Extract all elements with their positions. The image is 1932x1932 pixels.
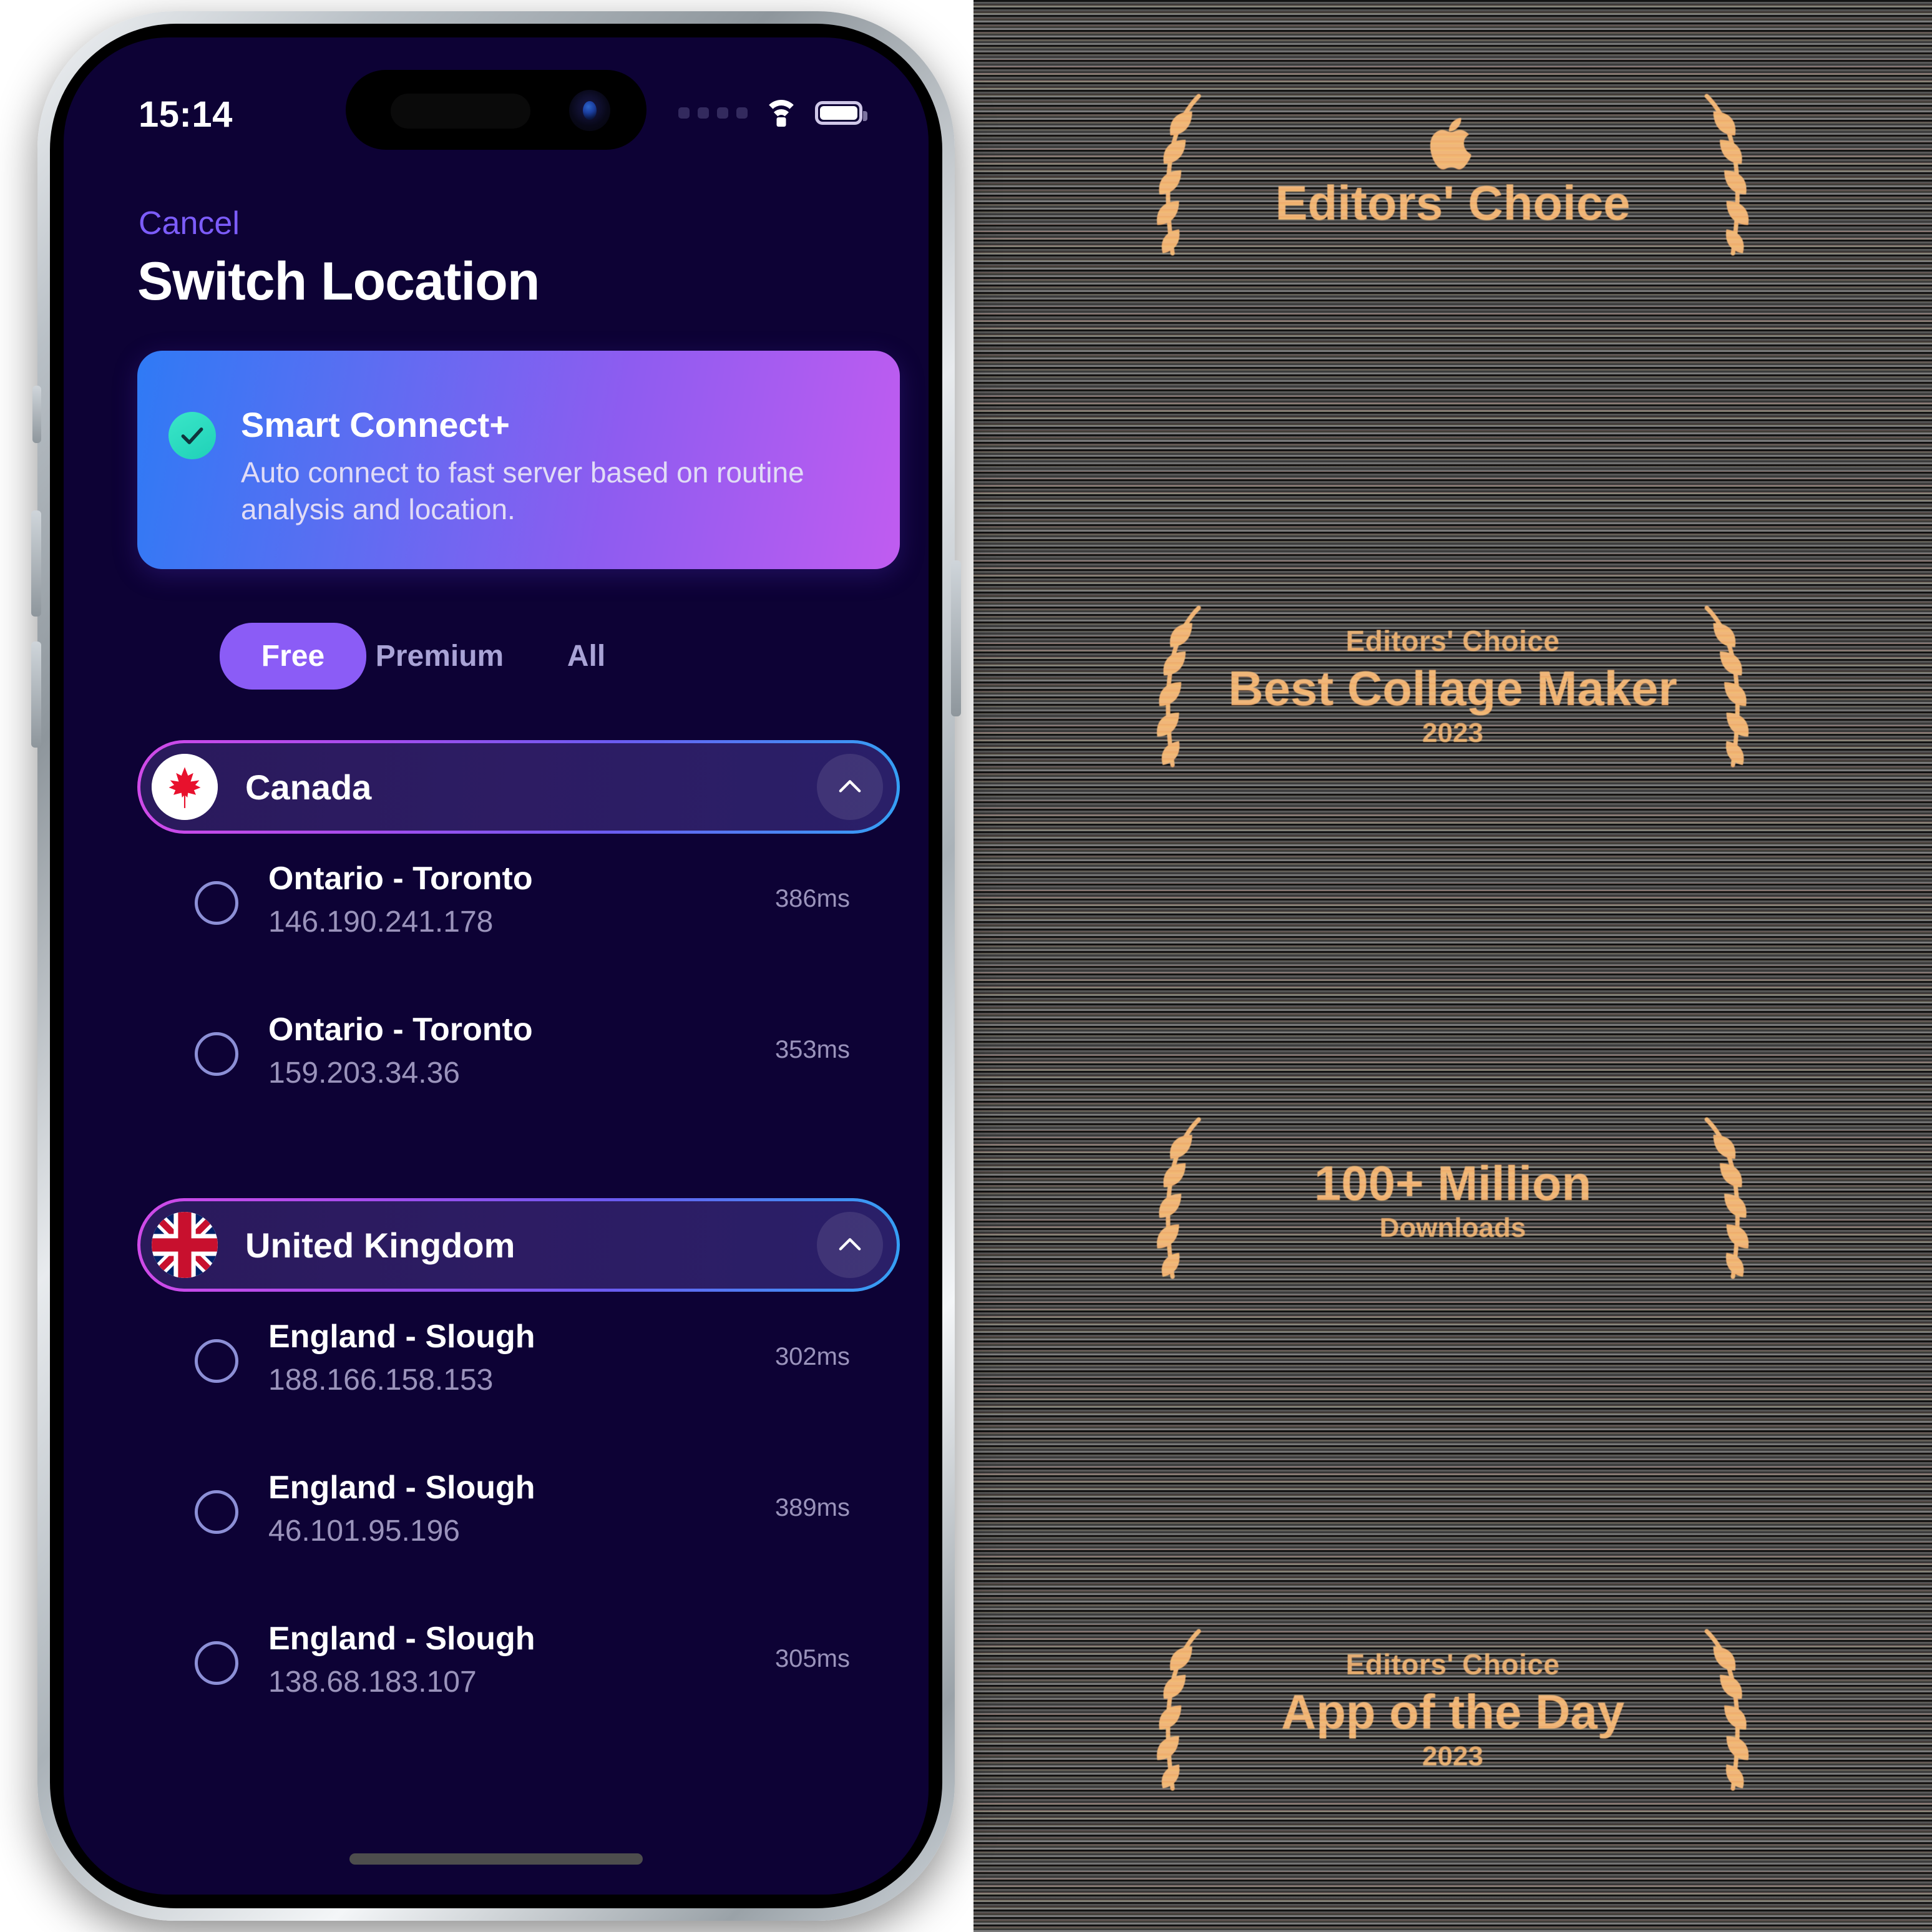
tab-all[interactable]: All	[513, 623, 660, 690]
award-main-text: 100+ Million	[1314, 1155, 1592, 1211]
smart-connect-title: Smart Connect+	[241, 405, 510, 444]
award-sub-text: 2023	[1422, 718, 1483, 749]
server-latency: 302ms	[774, 1343, 850, 1370]
filter-tabs: Free Premium All	[220, 623, 660, 690]
flag-canada-icon	[152, 754, 218, 820]
flag-united-kingdom-icon	[152, 1212, 218, 1278]
laurel-wreath-icon	[1156, 1629, 1201, 1791]
laurel-wreath-icon	[1704, 1117, 1749, 1279]
country-name-canada: Canada	[245, 767, 372, 807]
laurel-wreath-icon	[1156, 1117, 1201, 1279]
country-header-united-kingdom[interactable]: United Kingdom	[137, 1198, 900, 1292]
award-main-text: Editors' Choice	[1275, 175, 1631, 230]
page-title: Switch Location	[137, 251, 540, 311]
power-button[interactable]	[951, 560, 961, 716]
app-content: Cancel Switch Location Smart Connect+ Au…	[64, 151, 929, 1895]
country-header-canada[interactable]: Canada	[137, 740, 900, 834]
server-latency: 353ms	[774, 1036, 850, 1063]
battery-full-icon	[815, 101, 867, 125]
home-indicator[interactable]	[349, 1853, 643, 1865]
radio-unchecked-icon[interactable]	[195, 1641, 238, 1685]
award-main-text: Best Collage Maker	[1228, 660, 1677, 716]
award-badge-best-collage-maker: Editors' Choice Best Collage Maker 2023	[973, 593, 1932, 780]
radio-unchecked-icon[interactable]	[195, 1032, 238, 1076]
status-bar-time: 15:14	[139, 94, 233, 135]
laurel-wreath-icon	[1704, 1629, 1749, 1791]
server-name: England - Slough	[268, 1621, 535, 1657]
laurel-wreath-icon	[1156, 94, 1201, 256]
award-badge-editors-choice: Editors' Choice	[973, 81, 1932, 268]
phone-device: 15:14 Cancel Switch Location Smart Conne…	[31, 11, 961, 1921]
chevron-up-icon[interactable]	[817, 1212, 883, 1278]
server-latency: 389ms	[774, 1494, 850, 1521]
cancel-button[interactable]: Cancel	[139, 205, 240, 242]
server-row[interactable]: England - Slough 138.68.183.107 305ms	[137, 1609, 924, 1727]
server-name: Ontario - Toronto	[268, 861, 533, 897]
award-badge-app-of-the-day: Editors' Choice App of the Day 2023	[973, 1616, 1932, 1803]
laurel-wreath-icon	[1704, 605, 1749, 768]
award-sub-text: Downloads	[1379, 1212, 1526, 1244]
award-eyebrow-text: Editors' Choice	[1345, 624, 1560, 657]
server-row[interactable]: England - Slough 46.101.95.196 389ms	[137, 1458, 924, 1576]
volume-up-button[interactable]	[31, 510, 41, 617]
server-ip: 146.190.241.178	[268, 905, 494, 939]
server-ip: 188.166.158.153	[268, 1364, 494, 1397]
server-row[interactable]: Ontario - Toronto 146.190.241.178 386ms	[137, 849, 924, 967]
signal-dots-icon	[678, 107, 748, 119]
volume-down-button[interactable]	[31, 642, 41, 748]
chevron-up-icon[interactable]	[817, 754, 883, 820]
radio-unchecked-icon[interactable]	[195, 881, 238, 925]
award-badge-downloads: 100+ Million Downloads	[973, 1105, 1932, 1292]
award-badges: Editors' Choice Editors' Choice Best Col…	[973, 0, 1932, 1932]
smart-connect-description: Auto connect to fast server based on rou…	[241, 456, 804, 525]
apple-logo-icon	[1430, 117, 1471, 170]
radio-unchecked-icon[interactable]	[195, 1339, 238, 1383]
status-bar-indicators	[678, 100, 867, 127]
laurel-wreath-icon	[1156, 605, 1201, 768]
award-sub-text: 2023	[1422, 1741, 1483, 1772]
phone-screen: 15:14 Cancel Switch Location Smart Conne…	[64, 37, 929, 1895]
server-name: England - Slough	[268, 1319, 535, 1355]
face-id-sensor-icon	[391, 94, 530, 129]
award-eyebrow-text: Editors' Choice	[1345, 1647, 1560, 1681]
server-latency: 305ms	[774, 1645, 850, 1672]
server-row[interactable]: England - Slough 188.166.158.153 302ms	[137, 1307, 924, 1425]
server-ip: 46.101.95.196	[268, 1515, 460, 1548]
laurel-wreath-icon	[1704, 94, 1749, 256]
award-main-text: App of the Day	[1281, 1684, 1625, 1739]
server-ip: 159.203.34.36	[268, 1056, 460, 1090]
server-latency: 386ms	[774, 885, 850, 912]
screenshot-root: 15:14 Cancel Switch Location Smart Conne…	[0, 0, 1932, 1932]
mute-switch-button[interactable]	[32, 386, 41, 443]
tab-premium[interactable]: Premium	[366, 623, 513, 690]
smart-connect-card[interactable]: Smart Connect+ Auto connect to fast serv…	[137, 351, 900, 569]
dynamic-island	[346, 70, 646, 150]
server-ip: 138.68.183.107	[268, 1666, 477, 1699]
tab-free[interactable]: Free	[220, 623, 366, 690]
server-name: Ontario - Toronto	[268, 1012, 533, 1048]
front-camera-icon	[569, 90, 610, 131]
wifi-icon	[764, 100, 799, 127]
radio-unchecked-icon[interactable]	[195, 1490, 238, 1534]
server-row[interactable]: Ontario - Toronto 159.203.34.36 353ms	[137, 1000, 924, 1118]
check-circle-icon	[168, 412, 216, 459]
server-name: England - Slough	[268, 1470, 535, 1506]
country-name-united-kingdom: United Kingdom	[245, 1225, 515, 1265]
